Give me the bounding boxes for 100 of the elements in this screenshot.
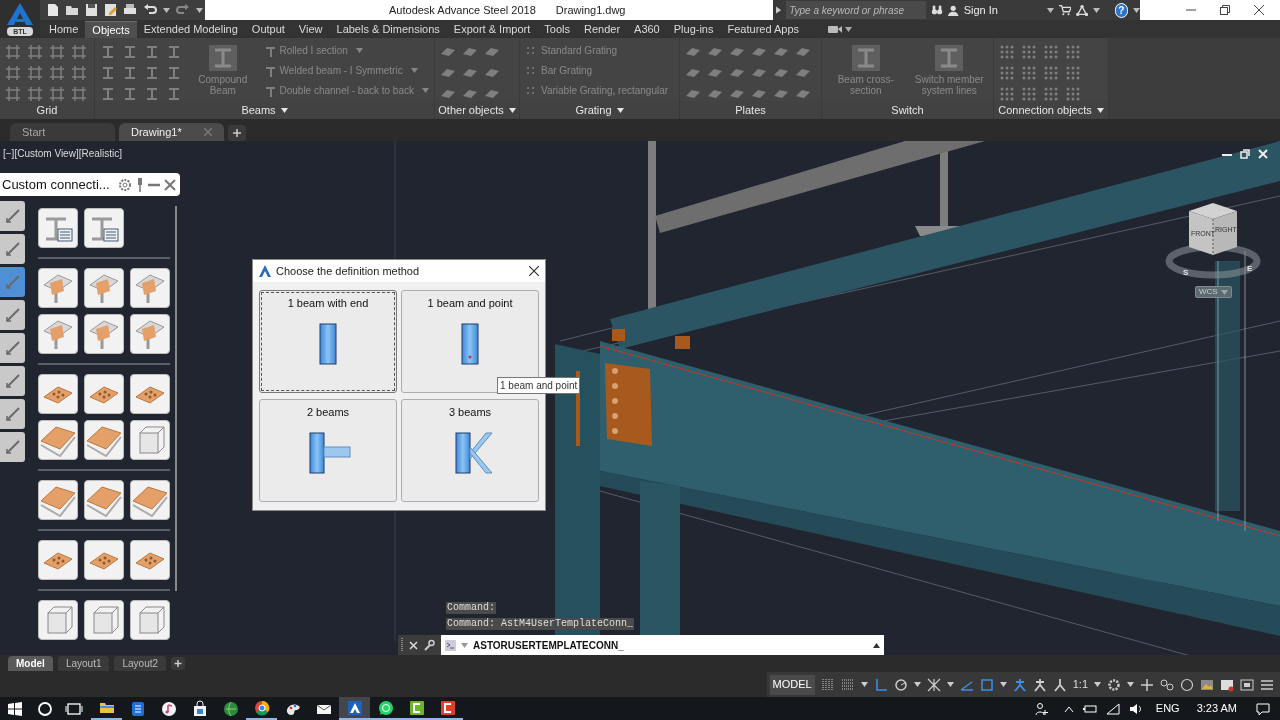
command-input-field[interactable]: ASTORUSERTEMPLATECONN_ <box>441 635 884 655</box>
caret-icon[interactable] <box>1127 682 1134 687</box>
figure-icon[interactable] <box>1052 677 1067 692</box>
connection-tool-button[interactable] <box>38 314 78 354</box>
video-camera-icon[interactable] <box>828 25 843 34</box>
circle-icon[interactable] <box>1180 677 1194 692</box>
caret-icon[interactable] <box>1092 7 1100 13</box>
person-icon[interactable] <box>948 3 959 17</box>
connection-tool-button[interactable] <box>38 208 78 248</box>
expand-arrow-icon[interactable] <box>776 6 782 14</box>
palette-tab[interactable] <box>0 234 25 264</box>
caret-icon[interactable] <box>913 682 921 687</box>
disk-pencil-icon[interactable] <box>104 3 117 17</box>
restore-icon[interactable] <box>1240 149 1250 159</box>
connection-tool-button[interactable] <box>38 374 78 414</box>
cart-icon[interactable] <box>1058 4 1071 16</box>
redo-arrow-icon[interactable] <box>176 3 190 17</box>
up-triangle-icon[interactable] <box>873 642 880 648</box>
search-circle-icon[interactable] <box>37 700 53 717</box>
close-icon[interactable] <box>1254 5 1264 15</box>
new-page-icon[interactable] <box>46 3 59 17</box>
connection-tool-button[interactable] <box>130 374 170 414</box>
view-cube[interactable] <box>1189 203 1237 256</box>
undo-arrow-icon[interactable] <box>143 3 157 17</box>
plus-icon[interactable] <box>171 657 186 670</box>
circle-pair-icon[interactable] <box>1160 677 1174 692</box>
settings-icon[interactable] <box>118 177 132 192</box>
grip-icon[interactable] <box>401 638 404 652</box>
viewport-label[interactable]: [−][Custom View][Realistic] <box>3 146 123 161</box>
fullscreen-icon[interactable] <box>1240 677 1254 692</box>
document-tab[interactable]: Drawing1* <box>119 123 224 141</box>
restore-icon[interactable] <box>1220 5 1230 15</box>
triangle-nodes-icon[interactable] <box>1075 3 1088 17</box>
connection-tool-button[interactable] <box>84 540 124 580</box>
palette-tab[interactable] <box>0 300 25 330</box>
scroll-track[interactable] <box>175 206 177 591</box>
connection-tool-button[interactable] <box>84 480 124 520</box>
palette-tab[interactable] <box>0 267 25 297</box>
people-icon[interactable] <box>1034 701 1049 716</box>
connection-tool-button[interactable] <box>84 374 124 414</box>
folder-icon[interactable] <box>65 3 79 17</box>
task-view-icon[interactable] <box>65 700 83 717</box>
layout-tab[interactable]: Layout2 <box>114 656 167 671</box>
connection-tool-button[interactable] <box>130 480 170 520</box>
compass-ring[interactable] <box>1165 243 1261 279</box>
dotted-grid-icon[interactable] <box>820 677 835 692</box>
caret-icon[interactable] <box>163 7 170 13</box>
help-button[interactable]: ? <box>1114 2 1128 18</box>
prompt-icon[interactable] <box>445 639 456 651</box>
speaker-icon[interactable] <box>1128 702 1143 715</box>
annotation-scale-button[interactable]: 1:1 <box>1072 676 1088 693</box>
caret-icon[interactable] <box>845 27 853 32</box>
connection-tool-button[interactable] <box>84 314 124 354</box>
connection-tool-button[interactable] <box>38 268 78 308</box>
palette-tab[interactable] <box>0 399 25 429</box>
connection-tool-button[interactable] <box>130 540 170 580</box>
windows-logo-icon[interactable] <box>7 700 23 717</box>
notification-icon[interactable] <box>1256 701 1270 716</box>
pin-icon[interactable] <box>136 177 144 192</box>
palette-tab[interactable] <box>0 366 25 396</box>
caret-icon[interactable] <box>196 7 203 13</box>
connection-tool-button[interactable] <box>130 268 170 308</box>
connection-tool-button[interactable] <box>38 600 78 640</box>
close-icon[interactable] <box>529 266 539 276</box>
connection-tool-button[interactable] <box>84 420 124 460</box>
taskbar-app-button[interactable] <box>339 697 370 720</box>
caret-icon[interactable] <box>1046 7 1054 13</box>
plus-icon[interactable] <box>1140 677 1154 692</box>
figure-icon[interactable] <box>1032 677 1047 692</box>
printer-icon[interactable] <box>123 3 137 17</box>
menu-icon[interactable] <box>1260 677 1274 692</box>
caret-icon[interactable] <box>946 682 954 687</box>
input-language[interactable]: ENG <box>1155 700 1180 717</box>
connection-tool-button[interactable] <box>130 314 170 354</box>
palette-tab[interactable] <box>0 333 25 363</box>
l-angle-icon[interactable] <box>873 677 888 692</box>
layout-tab[interactable]: Layout1 <box>57 656 110 671</box>
ucs-menu-button[interactable]: WCS <box>1195 286 1232 298</box>
definition-option-button[interactable]: 2 beams <box>259 399 397 502</box>
caret-icon[interactable] <box>1133 7 1140 13</box>
connection-tool-button[interactable] <box>130 600 170 640</box>
caret-icon[interactable] <box>999 682 1007 687</box>
clock[interactable]: 3:23 AM <box>1196 700 1237 717</box>
connection-tool-button[interactable] <box>84 600 124 640</box>
connection-tool-button[interactable] <box>38 540 78 580</box>
palette-tab[interactable] <box>0 432 25 462</box>
wrench-icon[interactable] <box>423 639 435 651</box>
connection-tool-button[interactable] <box>84 208 124 248</box>
model-space-button[interactable]: MODEL <box>769 674 815 695</box>
connection-tool-button[interactable] <box>84 268 124 308</box>
caret-icon[interactable] <box>1094 682 1101 687</box>
layout-tab[interactable]: Model <box>8 656 53 671</box>
sign-in-link[interactable]: Sign In <box>963 1 1042 19</box>
square-corner-icon[interactable] <box>979 677 994 692</box>
dotted-grid-icon[interactable] <box>840 677 855 692</box>
connection-tool-button[interactable] <box>38 420 78 460</box>
palette-tab[interactable] <box>0 201 25 231</box>
figure-icon[interactable] <box>1012 677 1027 692</box>
definition-option-button[interactable]: 1 beam with end <box>259 290 397 393</box>
chevron-up-icon[interactable] <box>1063 704 1074 713</box>
